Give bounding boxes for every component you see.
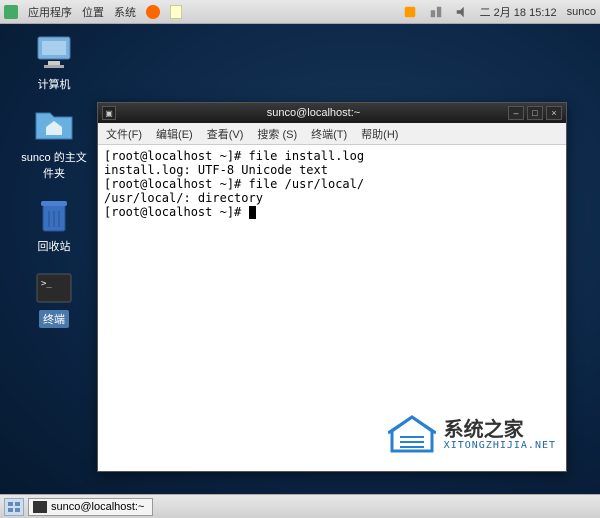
home-folder-icon[interactable]: sunco 的主文件夹: [18, 107, 90, 182]
menu-file[interactable]: 文件(F): [106, 126, 142, 142]
maximize-button[interactable]: □: [527, 106, 543, 120]
svg-text:>_: >_: [41, 279, 52, 289]
network-icon[interactable]: [428, 4, 444, 20]
update-icon[interactable]: [402, 4, 418, 20]
show-desktop-button[interactable]: [4, 498, 24, 516]
watermark: 系统之家 XITONGZHIJIA.NET: [388, 415, 556, 453]
terminal-shortcut-label: 终端: [39, 310, 69, 328]
firefox-icon[interactable]: [146, 5, 160, 19]
places-menu[interactable]: 位置: [82, 4, 104, 20]
trash-icon[interactable]: 回收站: [33, 196, 75, 255]
task-terminal-icon: [33, 501, 47, 513]
close-button[interactable]: ×: [546, 106, 562, 120]
terminal-shortcut-icon[interactable]: >_ 终端: [33, 269, 75, 328]
user-menu[interactable]: sunco: [567, 6, 596, 18]
apps-menu[interactable]: 应用程序: [28, 4, 72, 20]
top-panel: 应用程序 位置 系统 二 2月 18 15:12 sunco: [0, 0, 600, 24]
watermark-subtitle: XITONGZHIJIA.NET: [444, 440, 556, 451]
menu-view[interactable]: 查看(V): [207, 126, 244, 142]
menu-terminal[interactable]: 终端(T): [311, 126, 347, 142]
computer-icon[interactable]: 计算机: [33, 34, 75, 93]
terminal-cursor: [249, 206, 256, 219]
terminal-line: [root@localhost ~]# file install.log: [104, 149, 364, 163]
menu-search[interactable]: 搜索 (S): [257, 126, 297, 142]
terminal-line: install.log: UTF-8 Unicode text: [104, 163, 328, 177]
system-menu[interactable]: 系统: [114, 4, 136, 20]
home-folder-label: sunco 的主文件夹: [18, 148, 90, 182]
bottom-panel: sunco@localhost:~: [0, 494, 600, 518]
watermark-house-icon: [388, 415, 436, 453]
trash-label: 回收站: [36, 237, 73, 255]
clock[interactable]: 二 2月 18 15:12: [480, 4, 557, 20]
computer-label: 计算机: [36, 75, 73, 93]
window-titlebar[interactable]: ▣ sunco@localhost:~ – □ ×: [98, 103, 566, 123]
applications-icon: [4, 5, 18, 19]
minimize-button[interactable]: –: [508, 106, 524, 120]
task-label: sunco@localhost:~: [51, 501, 144, 513]
terminal-line: [root@localhost ~]# file /usr/local/: [104, 177, 364, 191]
watermark-title: 系统之家: [444, 418, 556, 440]
terminal-menubar: 文件(F) 编辑(E) 查看(V) 搜索 (S) 终端(T) 帮助(H): [98, 123, 566, 145]
menu-edit[interactable]: 编辑(E): [156, 126, 193, 142]
menu-help[interactable]: 帮助(H): [361, 126, 398, 142]
terminal-body[interactable]: [root@localhost ~]# file install.log ins…: [98, 145, 566, 471]
window-title: sunco@localhost:~: [122, 107, 505, 119]
terminal-window: ▣ sunco@localhost:~ – □ × 文件(F) 编辑(E) 查看…: [97, 102, 567, 472]
terminal-line: [root@localhost ~]#: [104, 205, 249, 219]
taskbar-terminal[interactable]: sunco@localhost:~: [28, 498, 153, 516]
desktop: 计算机 sunco 的主文件夹 回收站 >_ 终端 ▣ sunco@localh…: [0, 24, 600, 494]
terminal-window-icon: ▣: [102, 106, 116, 120]
terminal-line: /usr/local/: directory: [104, 191, 263, 205]
notes-icon[interactable]: [170, 5, 182, 19]
volume-icon[interactable]: [454, 4, 470, 20]
